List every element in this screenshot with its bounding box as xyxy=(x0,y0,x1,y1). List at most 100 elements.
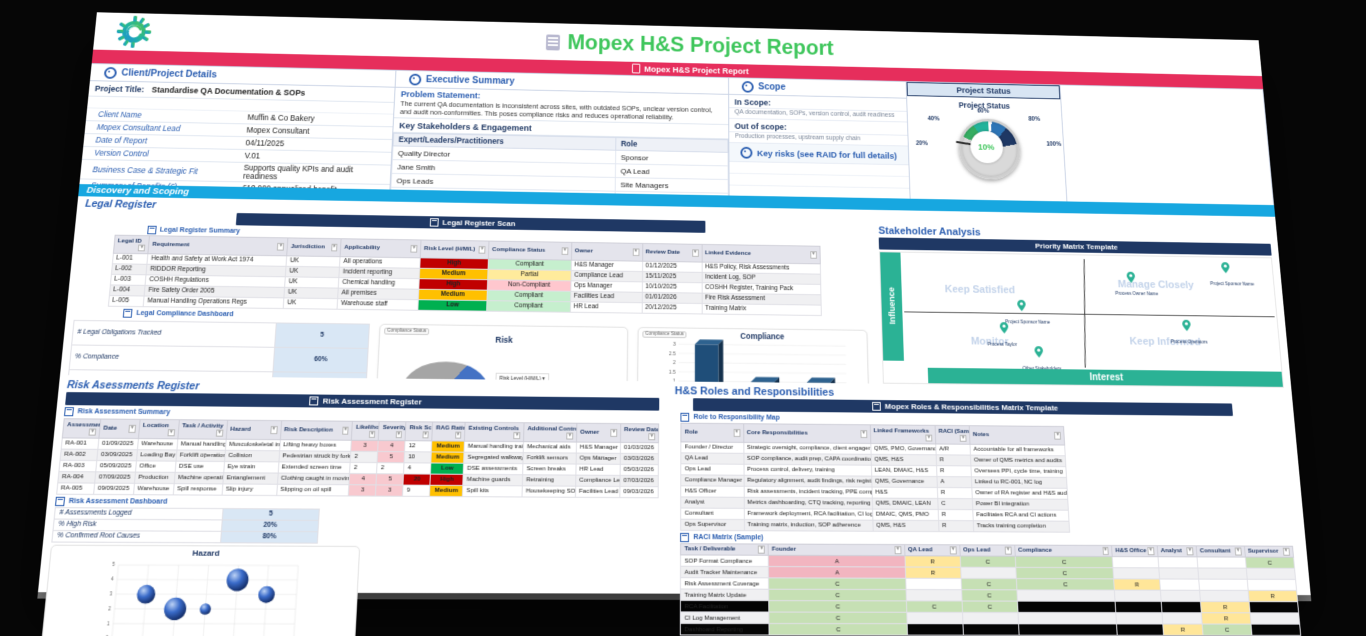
filter-chip[interactable]: Compliance Status xyxy=(384,327,429,334)
column-header[interactable]: Linked Frameworks▾ xyxy=(870,425,936,444)
window-icon xyxy=(430,218,439,227)
column-header[interactable]: Owner▾ xyxy=(577,423,621,442)
svg-text:3: 3 xyxy=(109,591,113,596)
stakeholder-pin[interactable]: Project Sponsor Name xyxy=(1209,262,1266,290)
column-header[interactable]: Likelihood (1-5)▾ xyxy=(352,421,380,440)
raci-matrix-table: Task / Deliverable▾Founder▾QA Lead▾Ops L… xyxy=(680,543,1300,636)
pin-label: Process Taylor xyxy=(988,343,1017,348)
column-header[interactable]: Analyst▾ xyxy=(1157,545,1197,557)
column-header[interactable]: Jurisdiction▾ xyxy=(287,238,342,256)
page-icon xyxy=(632,64,640,74)
scope-panel: Scope In Scope: QA documentation, SOPs, … xyxy=(729,78,911,199)
dashboard-icon xyxy=(123,308,133,317)
risk-register-section: Risk Asessments Register Risk Assessment… xyxy=(38,377,659,636)
column-header[interactable]: H&S Office▾ xyxy=(1112,545,1158,557)
client-details-panel: Client/Project Details Project Title: St… xyxy=(79,64,396,190)
svg-text:2.5: 2.5 xyxy=(669,351,676,357)
column-header[interactable]: Hazard▾ xyxy=(226,420,281,439)
column-header[interactable]: Role▾ xyxy=(681,423,743,442)
project-status-panel: Project Status Project Status 20% 40% 60… xyxy=(907,82,1068,201)
project-status-gauge: Project Status 20% 40% 60% 80% 100% 10% xyxy=(907,96,1066,195)
compliance-bar-card: Compliance Status Compliance00.511.522.5… xyxy=(637,327,870,384)
roles-section: H&S Roles and Responsibilities Mopex Rol… xyxy=(658,383,1311,636)
window-icon xyxy=(64,407,74,416)
blank-column xyxy=(1060,85,1274,205)
stakeholder-pin[interactable]: Process Owner Name xyxy=(1114,272,1171,301)
column-header[interactable]: Supervisor▾ xyxy=(1244,546,1293,558)
column-header[interactable]: RAG Rating▾ xyxy=(432,422,465,441)
legal-kpi-table: # Legal Obligations Tracked5% Compliance… xyxy=(68,319,370,383)
column-header[interactable]: Additional Controls▾ xyxy=(524,423,577,442)
stakeholder-pin[interactable]: Process Operators xyxy=(1169,320,1226,349)
map-pin-icon xyxy=(1000,322,1009,333)
report-sheet: Mopex H&S Project Report Mopex H&S Proje… xyxy=(38,12,1311,595)
column-header[interactable]: Compliance▾ xyxy=(1015,545,1113,557)
table-row: RCA FacilitationCCCR xyxy=(681,600,1298,612)
column-header[interactable]: QA Lead▾ xyxy=(904,544,960,556)
column-header[interactable]: Review Date▾ xyxy=(642,243,702,261)
legal-register-section: Legal Register Scan Legal Register Summa… xyxy=(68,211,870,384)
hazard-bubble-chart: 0123450123456 xyxy=(41,557,359,636)
document-icon xyxy=(546,34,560,50)
priority-matrix: Influence Keep Satisfied Manage Closely … xyxy=(879,251,1284,388)
map-pin-icon xyxy=(1221,262,1230,273)
banner-title: Mopex H&S Project Report xyxy=(644,64,749,75)
column-header[interactable]: Existing Controls▾ xyxy=(465,422,525,441)
column-header[interactable]: Risk Level (H/M/L)▾ xyxy=(420,240,489,258)
pin-label: Project Sponsor Name xyxy=(1210,282,1254,287)
svg-text:4: 4 xyxy=(111,576,115,581)
column-header[interactable]: Review Date▾ xyxy=(620,424,658,443)
window-icon xyxy=(681,532,690,541)
filter-chip[interactable]: Compliance Status xyxy=(642,330,686,337)
gauge-tick: 80% xyxy=(1028,116,1040,122)
map-pin-icon xyxy=(1127,272,1136,283)
column-header[interactable]: Consultant▾ xyxy=(1196,545,1245,557)
svg-text:1: 1 xyxy=(107,620,111,625)
column-header[interactable]: Location▾ xyxy=(138,419,179,438)
column-header[interactable]: Legal ID▾ xyxy=(113,235,149,253)
column-header[interactable]: Founder▾ xyxy=(768,544,904,556)
risk-kpi-table: # Assessments Logged5% High Risk20%% Con… xyxy=(51,507,320,544)
map-pin-icon xyxy=(1017,300,1026,311)
role-map-table: Role▾Core Responsibilities▾Linked Framew… xyxy=(681,423,1071,533)
column-header[interactable]: Notes▾ xyxy=(969,426,1065,445)
influence-axis: Influence xyxy=(880,252,904,360)
column-header[interactable]: Task / Activity▾ xyxy=(178,420,228,439)
svg-text:1.5: 1.5 xyxy=(669,369,676,375)
desktop-background: Mopex H&S Project Report Mopex H&S Proje… xyxy=(0,0,1366,636)
column-header[interactable]: Requirement▾ xyxy=(148,236,288,256)
table-row: # Legal Obligations Tracked5 xyxy=(72,320,370,348)
risk-register-table: Assessment ID▾Date▾Location▾Task / Activ… xyxy=(56,418,659,498)
column-header[interactable]: Owner▾ xyxy=(571,242,642,260)
column-header[interactable]: Core Responsibilities▾ xyxy=(743,424,870,443)
map-pin-icon xyxy=(1182,320,1191,331)
dashboard-icon xyxy=(55,496,65,505)
pin-layer: Project Sponsor Name Process Owner Name … xyxy=(902,253,1281,372)
column-header[interactable]: Risk Description▾ xyxy=(280,421,353,440)
executive-summary-panel: Executive Summary Problem Statement: The… xyxy=(390,71,729,196)
legal-register-table: Legal ID▾Requirement▾Jurisdiction▾Applic… xyxy=(108,235,822,316)
column-header[interactable]: Assessment ID▾ xyxy=(62,419,100,438)
svg-text:3: 3 xyxy=(673,341,676,347)
interest-axis: Interest xyxy=(928,368,1283,387)
column-header[interactable]: Severity (1-5)▾ xyxy=(379,421,407,440)
gauge-tick: 40% xyxy=(928,116,940,122)
target-icon xyxy=(740,147,752,159)
svg-text:2: 2 xyxy=(108,605,112,610)
gauge-tick: 100% xyxy=(1046,141,1061,148)
table-row: % Compliance60% xyxy=(69,345,368,373)
column-header[interactable]: Task / Deliverable▾ xyxy=(681,543,768,555)
column-header[interactable]: Compliance Status▾ xyxy=(488,241,571,260)
column-header[interactable]: Applicability▾ xyxy=(340,239,421,258)
column-header[interactable]: Linked Evidence▾ xyxy=(702,244,820,263)
column-header[interactable]: RACI (Sample)▾ xyxy=(935,425,970,443)
map-pin-icon xyxy=(1035,346,1044,357)
svg-text:2: 2 xyxy=(673,360,676,366)
pin-label: Process Operators xyxy=(1171,341,1208,346)
column-header[interactable]: Risk Score▾ xyxy=(405,422,432,441)
risk-pie-card: Compliance Status Risk Risk Level (H/M/L… xyxy=(375,323,629,383)
column-header[interactable]: Date▾ xyxy=(99,419,140,438)
summary-grid: Client/Project Details Project Title: St… xyxy=(79,63,1274,205)
column-header[interactable]: Ops Lead▾ xyxy=(960,544,1016,556)
pin-label: Process Owner Name xyxy=(1115,292,1158,297)
